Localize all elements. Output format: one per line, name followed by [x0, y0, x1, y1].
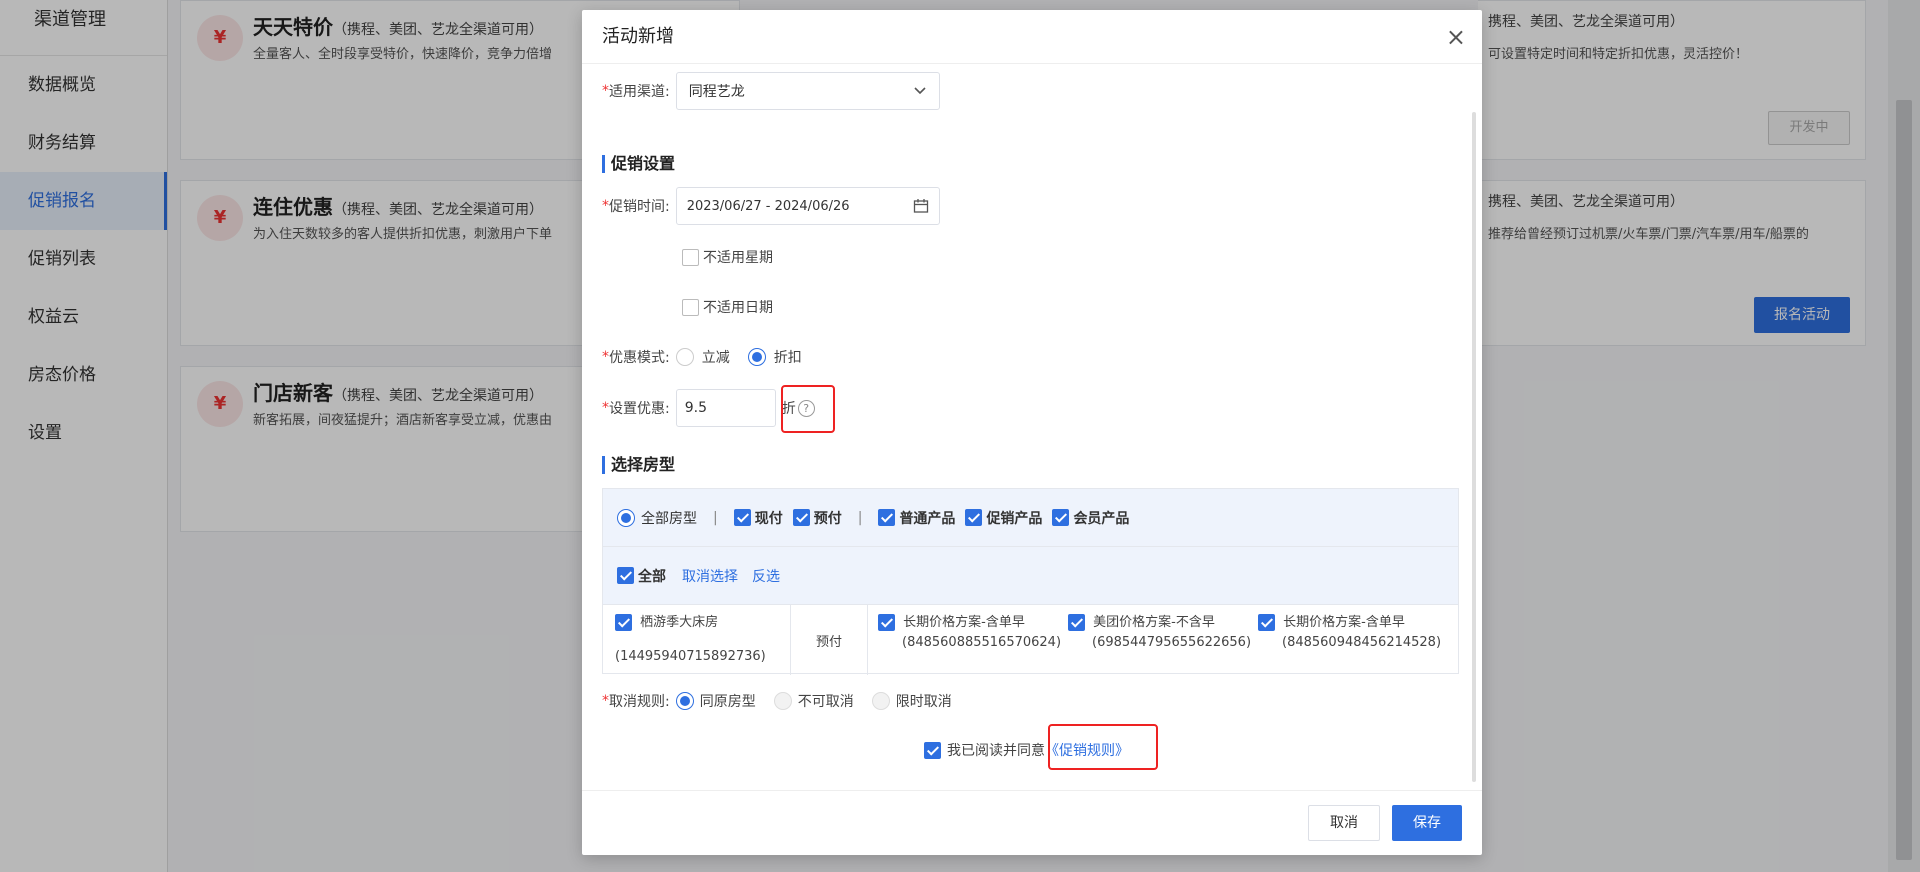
- cancel-button[interactable]: 取消: [1308, 805, 1380, 841]
- rate-plan-id: (698544795655622656): [1092, 635, 1252, 650]
- required-mark: *: [602, 198, 609, 214]
- channel-select[interactable]: 同程艺龙: [675, 72, 940, 110]
- date-range-value: 2023/06/27 - 2024/06/26: [686, 198, 850, 214]
- required-mark: *: [602, 83, 609, 99]
- mode-discount-radio[interactable]: [747, 348, 766, 366]
- highlight-box: [781, 385, 835, 433]
- discount-input[interactable]: 9.5: [675, 389, 776, 427]
- required-mark: *: [602, 349, 609, 365]
- no-weekday-row: 不适用星期: [682, 247, 773, 267]
- dialog-body: * 适用渠道: 同程艺龙 促销设置 * 促销时间: 2023/06/27 - 2…: [582, 64, 1482, 790]
- discount-label: 设置优惠:: [609, 401, 670, 417]
- dialog-header: 活动新增 ×: [582, 10, 1482, 64]
- room-row: 栖游季大床房 (14495940715892736) 预付 长期价格方案-含单早…: [603, 605, 1458, 675]
- channel-label: 适用渠道:: [609, 84, 670, 100]
- calendar-icon: [913, 199, 928, 213]
- required-mark: *: [602, 693, 609, 709]
- mode-discount-label: 折扣: [773, 350, 802, 366]
- room-name: 栖游季大床房: [640, 615, 719, 630]
- dialog-footer: 取消 保存: [582, 790, 1482, 855]
- invert-selection-link[interactable]: 反选: [752, 566, 780, 586]
- dialog-title: 活动新增: [602, 26, 674, 47]
- select-all-checkbox[interactable]: [617, 567, 634, 584]
- channel-value: 同程艺龙: [688, 84, 745, 100]
- section-promo-settings: 促销设置: [602, 155, 675, 173]
- room-filter-bar: 全部房型 | 现付 预付 | 普通产品 促销产品 会员产品: [603, 489, 1458, 547]
- cancel-limited-label: 限时取消: [895, 694, 952, 710]
- rate-plan-item: 长期价格方案-含单早 (848560885516570624): [878, 613, 1068, 667]
- rate-plan-name: 美团价格方案-不含早: [1093, 615, 1215, 630]
- cancel-same-radio[interactable]: [675, 692, 694, 710]
- prepay-checkbox[interactable]: [792, 509, 810, 526]
- rate-plan-id: (848560885516570624): [902, 635, 1062, 650]
- cancel-same-label: 同原房型: [699, 694, 756, 710]
- save-button[interactable]: 保存: [1392, 805, 1462, 841]
- agree-checkbox[interactable]: [924, 741, 941, 759]
- all-room-types-radio[interactable]: [617, 508, 635, 527]
- select-all-label: 全部: [638, 568, 666, 585]
- app-root: 渠道管理 数据概览 财务结算 促销报名 促销列表 权益云 房态价格 设置 ¥ 天…: [0, 0, 1920, 872]
- room-pay-cell: 预付: [791, 605, 868, 675]
- cancel-limited-radio[interactable]: [871, 692, 890, 710]
- close-icon[interactable]: ×: [1446, 10, 1466, 64]
- dialog-scrollbar[interactable]: [1472, 112, 1476, 782]
- highlight-box: [1048, 724, 1158, 770]
- rate-plan-name: 长期价格方案-含单早: [903, 615, 1025, 630]
- no-weekday-label: 不适用星期: [703, 250, 773, 266]
- cancel-none-label: 不可取消: [797, 694, 854, 710]
- promo-product-label: 促销产品: [986, 510, 1043, 527]
- rate-plan-item: 美团价格方案-不含早 (698544795655622656): [1068, 613, 1258, 667]
- room-select-actions: 全部 取消选择 反选: [603, 547, 1458, 605]
- cancel-rule-label: 取消规则:: [609, 694, 670, 710]
- promo-time-row: * 促销时间: 2023/06/27 - 2024/06/26: [602, 187, 940, 225]
- rate-plan-checkbox[interactable]: [1068, 614, 1085, 631]
- no-date-row: 不适用日期: [682, 297, 773, 317]
- activity-add-dialog: 活动新增 × * 适用渠道: 同程艺龙 促销设置 * 促销时间: 2023/06…: [582, 10, 1482, 855]
- room-checkbox[interactable]: [615, 614, 632, 631]
- promo-time-label: 促销时间:: [609, 199, 670, 215]
- all-room-types-label: 全部房型: [641, 510, 697, 527]
- no-date-label: 不适用日期: [703, 300, 773, 316]
- normal-product-label: 普通产品: [899, 510, 956, 527]
- chevron-down-icon: [914, 87, 926, 95]
- rate-plan-item: 长期价格方案-含单早 (848560948456214528): [1258, 613, 1448, 667]
- member-product-checkbox[interactable]: [1052, 509, 1070, 526]
- mode-label: 优惠模式:: [609, 350, 670, 366]
- rate-plan-checkbox[interactable]: [1258, 614, 1275, 631]
- normal-product-checkbox[interactable]: [878, 509, 896, 526]
- room-id: (14495940715892736): [615, 649, 766, 664]
- agree-text: 我已阅读并同意: [947, 743, 1045, 759]
- promo-product-checkbox[interactable]: [965, 509, 983, 526]
- mode-reduce-radio[interactable]: [675, 348, 694, 366]
- prepay-label: 预付: [813, 510, 842, 527]
- channel-row: * 适用渠道: 同程艺龙: [602, 72, 940, 110]
- divider: |: [713, 509, 718, 526]
- required-mark: *: [602, 400, 609, 416]
- no-date-checkbox[interactable]: [682, 298, 699, 316]
- room-name-line: 栖游季大床房: [615, 611, 778, 631]
- member-product-label: 会员产品: [1073, 510, 1130, 527]
- deselect-link[interactable]: 取消选择: [682, 566, 738, 586]
- room-plans-cell: 长期价格方案-含单早 (848560885516570624) 美团价格方案-不…: [868, 605, 1458, 675]
- rate-plan-id: (848560948456214528): [1282, 635, 1442, 650]
- cancel-none-radio[interactable]: [773, 692, 792, 710]
- no-weekday-checkbox[interactable]: [682, 248, 699, 266]
- pay-now-checkbox[interactable]: [733, 509, 751, 526]
- cancel-rule-row: * 取消规则: 同原房型 不可取消 限时取消: [602, 691, 952, 711]
- pay-now-label: 现付: [754, 510, 783, 527]
- section-room-type: 选择房型: [602, 456, 675, 474]
- discount-mode-row: * 优惠模式: 立减 折扣: [602, 347, 802, 367]
- divider: |: [857, 509, 863, 526]
- rate-plan-checkbox[interactable]: [878, 614, 895, 631]
- mode-reduce-label: 立减: [701, 350, 730, 366]
- room-type-selector: 全部房型 | 现付 预付 | 普通产品 促销产品 会员产品 全部 取消选择 反选…: [602, 488, 1459, 675]
- rate-plan-name: 长期价格方案-含单早: [1283, 615, 1405, 630]
- promo-date-range-picker[interactable]: 2023/06/27 - 2024/06/26: [675, 187, 940, 225]
- room-name-cell: 栖游季大床房 (14495940715892736): [603, 605, 791, 675]
